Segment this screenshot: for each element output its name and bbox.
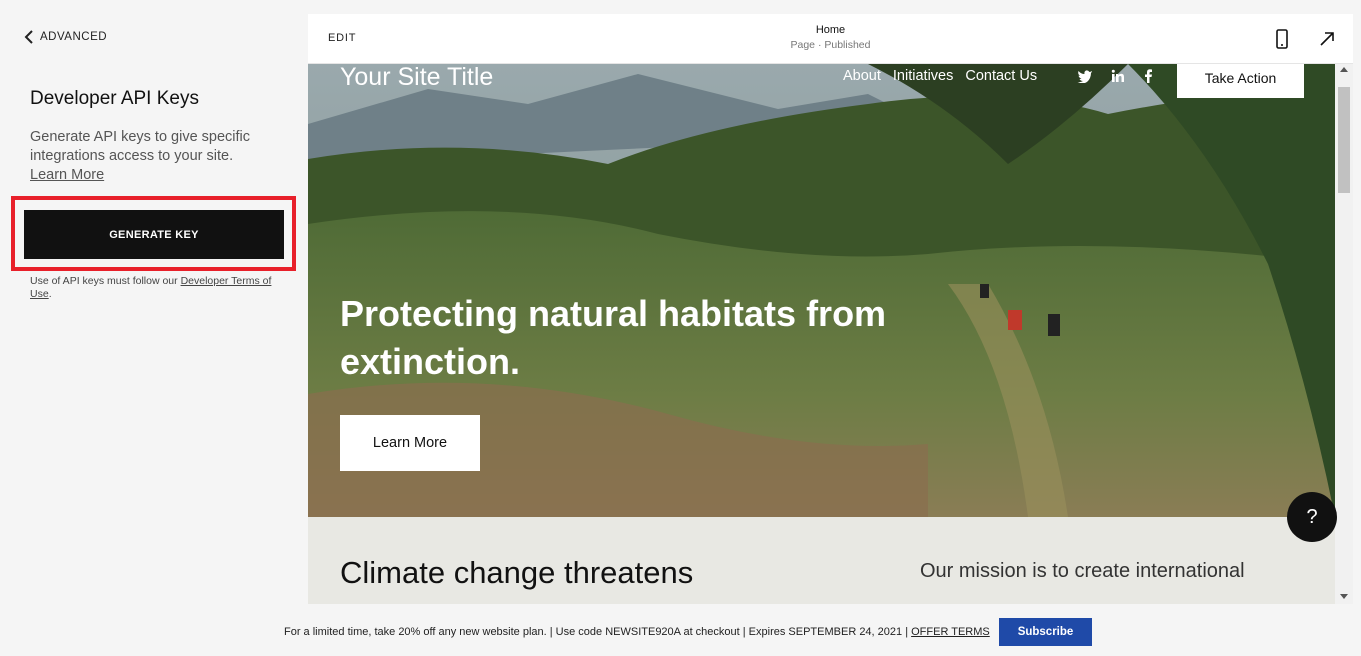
- promo-banner: For a limited time, take 20% off any new…: [0, 612, 1361, 656]
- nav-initiatives[interactable]: Initiatives: [893, 68, 953, 84]
- terms-suffix: .: [48, 288, 52, 300]
- terms-note: Use of API keys must follow our Develope…: [30, 275, 285, 301]
- facebook-icon[interactable]: [1140, 69, 1156, 83]
- site-title[interactable]: Your Site Title: [340, 64, 493, 92]
- promo-message: For a limited time, take 20% off any new…: [284, 626, 912, 638]
- preview-toolbar: EDIT Home Page · Published: [308, 14, 1353, 64]
- hero-section: Your Site Title About Initiatives Contac…: [308, 64, 1335, 517]
- subscribe-button[interactable]: Subscribe: [999, 618, 1092, 646]
- hero-headline: Protecting natural habitats from extinct…: [340, 293, 887, 382]
- panel-description: Generate API keys to give specific integ…: [30, 128, 280, 185]
- hero-learn-more-button[interactable]: Learn More: [340, 415, 480, 471]
- offer-terms-link[interactable]: OFFER TERMS: [911, 626, 990, 638]
- mission-section: Climate change threatens Our mission is …: [308, 517, 1335, 604]
- page-status: Page · Published: [790, 39, 871, 51]
- take-action-button[interactable]: Take Action: [1177, 64, 1304, 98]
- terms-prefix: Use of API keys must follow our: [30, 275, 181, 287]
- linkedin-icon[interactable]: [1110, 69, 1126, 83]
- scroll-thumb[interactable]: [1338, 87, 1350, 193]
- back-to-advanced-link[interactable]: ADVANCED: [24, 30, 107, 44]
- back-label: ADVANCED: [40, 31, 108, 43]
- learn-more-link[interactable]: Learn More: [30, 166, 104, 185]
- site-nav: About Initiatives Contact Us: [843, 68, 1037, 84]
- nav-contact-us[interactable]: Contact Us: [965, 68, 1037, 84]
- expand-arrow-icon[interactable]: [1318, 30, 1336, 48]
- page-preview-frame: EDIT Home Page · Published Your Site Tit…: [308, 14, 1353, 604]
- section-heading: Climate change threatens: [340, 555, 694, 590]
- settings-sidebar: ADVANCED Developer API Keys Generate API…: [0, 0, 300, 612]
- panel-title: Developer API Keys: [30, 88, 199, 109]
- scroll-down-arrow-icon[interactable]: [1340, 594, 1348, 599]
- promo-text: For a limited time, take 20% off any new…: [284, 626, 990, 638]
- description-text: Generate API keys to give specific integ…: [30, 129, 251, 164]
- section-text: Our mission is to create international: [920, 560, 1245, 582]
- nav-about[interactable]: About: [843, 68, 881, 84]
- preview-scrollbar[interactable]: [1335, 64, 1353, 604]
- help-button[interactable]: ?: [1287, 492, 1337, 542]
- site-preview: Your Site Title About Initiatives Contac…: [308, 64, 1335, 604]
- twitter-icon[interactable]: [1077, 69, 1093, 83]
- mobile-phone-icon[interactable]: [1274, 29, 1290, 49]
- scroll-up-arrow-icon[interactable]: [1340, 67, 1348, 72]
- page-name: Home: [815, 24, 846, 36]
- chevron-left-icon: [24, 30, 33, 44]
- generate-key-button[interactable]: GENERATE KEY: [24, 210, 284, 259]
